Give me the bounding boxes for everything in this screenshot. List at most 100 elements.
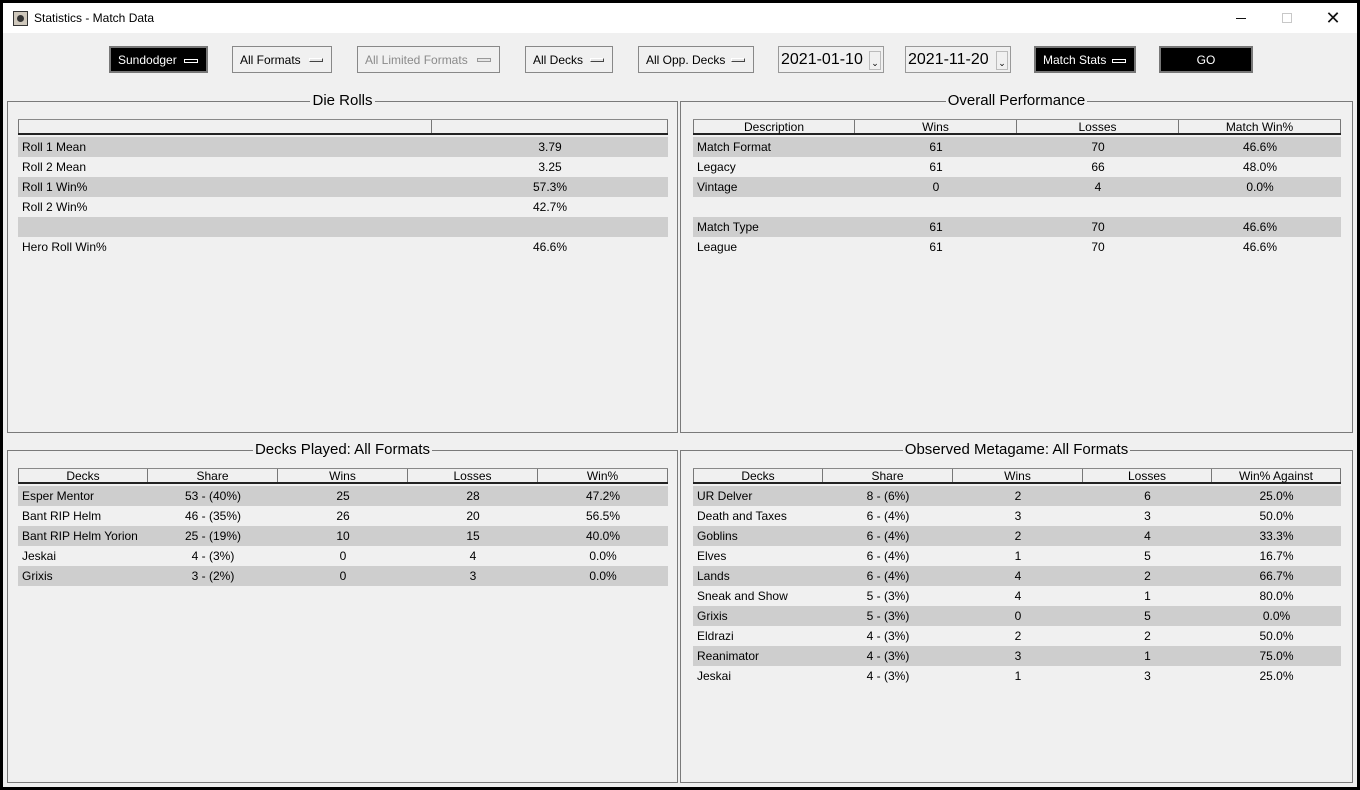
decks-header-cell[interactable]: Share [148,469,278,483]
dropdown-indicator-icon [309,58,323,62]
player-dropdown[interactable]: Sundodger [109,46,208,73]
metagame-row-cell: Lands [697,569,730,583]
metagame-row-cell: 25.0% [1259,669,1294,683]
metagame-row[interactable]: Goblins 6 - (4%) 2 4 33.3% [693,526,1341,546]
overall-row[interactable]: Match Format 61 70 46.6% [693,137,1341,157]
overall-row[interactable]: Legacy 61 66 48.0% [693,157,1341,177]
die-rolls-row[interactable]: Roll 1 Win% 57.3% [18,177,668,197]
decks-row-cell: 25 [336,489,350,503]
date-to-dropdown-icon[interactable]: ⌄ [996,51,1008,70]
overall-row-cell: 61 [929,240,943,254]
die-rolls-row[interactable]: Hero Roll Win% 46.6% [18,237,668,257]
decks-row-cell: Grixis [22,569,53,583]
metagame-row-cell: 80.0% [1259,589,1294,603]
overall-header-cell[interactable]: Description [693,120,855,134]
decks-row[interactable]: Bant RIP Helm Yorion 25 - (19%) 10 15 40.0% [18,526,668,546]
overall-row[interactable]: League 61 70 46.6% [693,237,1341,257]
decks-header-cell[interactable]: Win% [538,469,668,483]
metagame-row[interactable]: Elves 6 - (4%) 1 5 16.7% [693,546,1341,566]
overall-row[interactable]: Match Type 61 70 46.6% [693,217,1341,237]
overall-row-cell: 70 [1091,220,1105,234]
decks-row-cell: 4 - (3%) [191,549,235,563]
decks-header-cell[interactable]: Losses [408,469,538,483]
metagame-header-cell[interactable]: Decks [693,469,823,483]
overall-row-cell: 70 [1091,240,1105,254]
decks-row-cell: 25 - (19%) [184,529,242,543]
metagame-row[interactable]: Sneak and Show 5 - (3%) 4 1 80.0% [693,586,1341,606]
die-rolls-row[interactable] [18,217,668,237]
overall-header-cell[interactable]: Losses [1017,120,1179,134]
metagame-row-cell: Sneak and Show [697,589,788,603]
date-to-field[interactable]: 2021-11-20 ⌄ [905,46,1011,73]
metagame-row[interactable]: Death and Taxes 6 - (4%) 3 3 50.0% [693,506,1341,526]
die-rolls-row[interactable]: Roll 1 Mean 3.79 [18,137,668,157]
metagame-row[interactable]: Reanimator 4 - (3%) 3 1 75.0% [693,646,1341,666]
metagame-header-cell[interactable]: Losses [1083,469,1212,483]
decks-row-cell: 20 [466,509,480,523]
metagame-row[interactable]: Eldrazi 4 - (3%) 2 2 50.0% [693,626,1341,646]
metagame-row-cell: 1 [1014,549,1022,563]
metagame-row-cell: 6 [1144,489,1151,503]
minimize-button[interactable] [1218,3,1264,33]
metagame-row-cell: Elves [697,549,727,563]
stat-type-dropdown[interactable]: Match Stats [1034,46,1136,73]
overall-row-cell: 70 [1091,140,1105,154]
decks-row-cell: 15 [466,529,480,543]
decks-row[interactable]: Grixis 3 - (2%) 0 3 0.0% [18,566,668,586]
decks-row[interactable]: Bant RIP Helm 46 - (35%) 26 20 56.5% [18,506,668,526]
date-to-value: 2021-11-20 [908,50,989,68]
go-button[interactable]: GO [1159,46,1253,73]
metagame-row-cell: 5 - (3%) [866,589,910,603]
overall-header-cell[interactable]: Wins [855,120,1017,134]
metagame-row-cell: 3 [1014,509,1022,523]
decks-row-cell: 53 - (40%) [184,489,242,503]
decks-row-cell: 47.2% [585,489,621,503]
metagame-header-cell[interactable]: Share [823,469,953,483]
decks-row[interactable]: Esper Mentor 53 - (40%) 25 28 47.2% [18,486,668,506]
overall-row[interactable] [693,197,1341,217]
metagame-row-cell: 50.0% [1259,629,1294,643]
decks-row-cell: 3 [469,569,477,583]
opp-deck-dropdown[interactable]: All Opp. Decks [638,46,754,73]
date-from-dropdown-icon[interactable]: ⌄ [869,51,881,70]
metagame-row[interactable]: UR Delver 8 - (6%) 2 6 25.0% [693,486,1341,506]
decks-row[interactable]: Jeskai 4 - (3%) 0 4 0.0% [18,546,668,566]
maximize-button[interactable] [1264,3,1310,33]
metagame-row-cell: Grixis [697,609,728,623]
die-rolls-row-cell: Roll 2 Mean [22,160,87,174]
metagame-row-cell: 3 [1144,669,1151,683]
metagame-header-cell[interactable]: Wins [953,469,1083,483]
format-dropdown[interactable]: All Formats [232,46,332,73]
limited-format-dropdown[interactable]: All Limited Formats [357,46,500,73]
metagame-row-cell: 2 [1144,569,1151,583]
metagame-header-cell[interactable]: Win% Against [1212,469,1341,483]
overall-row-cell: 46.6% [1242,220,1278,234]
decks-header-cell[interactable]: Decks [18,469,148,483]
metagame-row-cell: 33.3% [1259,529,1294,543]
die-rolls-header-cell[interactable] [432,120,668,133]
date-from-field[interactable]: 2021-01-10 ⌄ [778,46,884,73]
overall-performance-panel: Overall Performance Description Wins Los… [680,92,1353,433]
overall-row-cell: 61 [929,160,943,174]
overall-row-cell: 0 [932,180,940,194]
decks-header-cell[interactable]: Wins [278,469,408,483]
die-rolls-row[interactable]: Roll 2 Win% 42.7% [18,197,668,217]
metagame-row[interactable]: Lands 6 - (4%) 4 2 66.7% [693,566,1341,586]
deck-dropdown[interactable]: All Decks [525,46,613,73]
metagame-row[interactable]: Grixis 5 - (3%) 0 5 0.0% [693,606,1341,626]
overall-row[interactable]: Vintage 0 4 0.0% [693,177,1341,197]
metagame-row-cell: 0 [1014,609,1022,623]
metagame-row[interactable]: Jeskai 4 - (3%) 1 3 25.0% [693,666,1341,686]
overall-header-cell[interactable]: Match Win% [1179,120,1341,134]
decks-row-cell: 26 [336,509,350,523]
decks-row-cell: Bant RIP Helm Yorion [22,529,138,543]
limited-format-dropdown-label: All Limited Formats [365,52,468,67]
minimize-icon [1236,17,1246,19]
die-rolls-header-cell[interactable] [18,120,432,133]
close-button[interactable]: ✕ [1310,3,1356,33]
metagame-row-cell: 0.0% [1262,609,1291,623]
die-rolls-row-cell: 42.7% [532,200,568,214]
window-title: Statistics - Match Data [34,11,155,25]
overall-row-cell: Match Type [697,220,759,234]
die-rolls-row[interactable]: Roll 2 Mean 3.25 [18,157,668,177]
